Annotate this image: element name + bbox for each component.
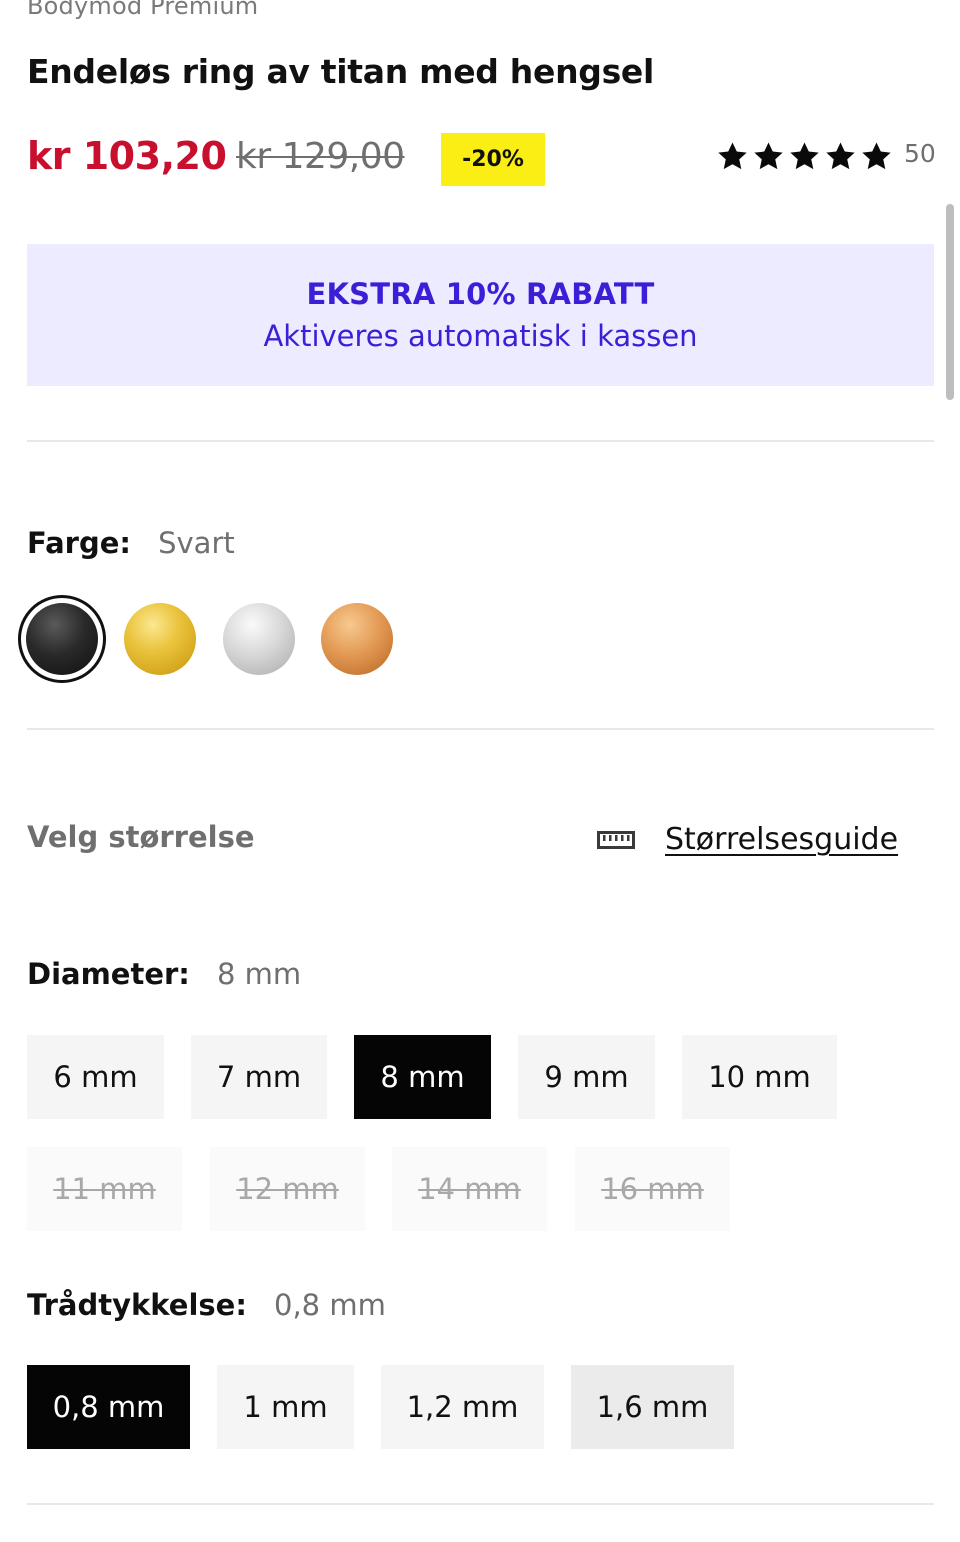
promo-banner: EKSTRA 10% RABATT Aktiveres automatisk i… — [27, 244, 934, 386]
diameter-option[interactable]: 6 mm — [27, 1035, 164, 1119]
thickness-selected-value: 0,8 mm — [274, 1288, 386, 1322]
rating[interactable]: 50 — [716, 139, 936, 173]
color-selected-value: Svart — [158, 526, 235, 560]
diameter-option-selected[interactable]: 8 mm — [354, 1035, 491, 1119]
divider — [27, 440, 934, 442]
swatch-black[interactable] — [18, 595, 106, 683]
thickness-option[interactable]: 1 mm — [217, 1365, 354, 1449]
thickness-option[interactable]: 1,2 mm — [381, 1365, 544, 1449]
thickness-heading: Trådtykkelse: 0,8 mm — [27, 1288, 386, 1322]
diameter-option[interactable]: 9 mm — [518, 1035, 655, 1119]
thickness-option-selected[interactable]: 0,8 mm — [27, 1365, 190, 1449]
ruler-icon — [597, 830, 635, 849]
review-count: 50 — [904, 139, 936, 168]
star-icon — [862, 142, 891, 170]
promo-subtitle: Aktiveres automatisk i kassen — [263, 319, 698, 353]
scrollbar[interactable] — [946, 204, 954, 400]
diameter-option[interactable]: 7 mm — [191, 1035, 327, 1119]
diameter-option-unavailable[interactable]: 12 mm — [210, 1147, 365, 1231]
promo-title: EKSTRA 10% RABATT — [306, 277, 655, 311]
star-icon — [754, 142, 783, 170]
discount-badge: -20% — [441, 133, 545, 186]
brand-name: Bodymod Premium — [27, 0, 259, 20]
swatch-rose-gold-icon — [321, 603, 393, 675]
divider — [27, 728, 934, 730]
product-title: Endeløs ring av titan med hengsel — [27, 52, 655, 91]
swatch-silver-icon — [223, 603, 295, 675]
diameter-option[interactable]: 10 mm — [682, 1035, 837, 1119]
sale-price: kr 103,20 — [27, 134, 227, 178]
swatch-rose-gold[interactable] — [313, 595, 401, 683]
original-price: kr 129,00 — [236, 136, 405, 177]
thickness-option[interactable]: 1,6 mm — [571, 1365, 734, 1449]
swatch-black-icon — [26, 603, 98, 675]
swatch-gold-icon — [124, 603, 196, 675]
diameter-option-unavailable[interactable]: 14 mm — [392, 1147, 547, 1231]
swatch-gold[interactable] — [116, 595, 204, 683]
swatch-silver[interactable] — [215, 595, 303, 683]
size-heading: Velg størrelse — [27, 820, 255, 854]
divider — [27, 1503, 934, 1505]
star-icon — [826, 142, 855, 170]
star-icon — [790, 142, 819, 170]
color-heading: Farge: Svart — [27, 526, 235, 560]
diameter-selected-value: 8 mm — [217, 957, 302, 991]
size-guide-link[interactable]: Størrelsesguide — [597, 822, 898, 857]
size-guide-label[interactable]: Størrelsesguide — [665, 822, 898, 857]
star-icon — [718, 142, 747, 170]
diameter-heading: Diameter: 8 mm — [27, 957, 301, 991]
color-label: Farge: — [27, 526, 132, 560]
diameter-label: Diameter: — [27, 957, 190, 991]
diameter-option-unavailable[interactable]: 11 mm — [27, 1147, 182, 1231]
diameter-option-unavailable[interactable]: 16 mm — [575, 1147, 730, 1231]
thickness-label: Trådtykkelse: — [27, 1288, 247, 1322]
